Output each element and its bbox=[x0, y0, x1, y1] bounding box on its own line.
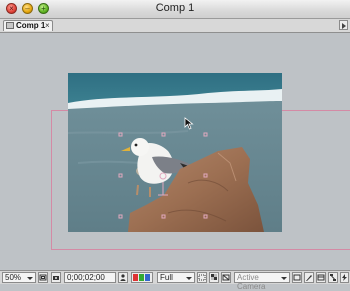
flowchart-icon bbox=[330, 274, 336, 281]
transparency-grid-button[interactable] bbox=[209, 272, 219, 283]
snapshot-button[interactable] bbox=[51, 272, 61, 283]
tab-strip: Comp 1 × bbox=[0, 19, 350, 33]
pixel-aspect-button[interactable] bbox=[221, 272, 231, 283]
title-bar[interactable]: × – + Comp 1 bbox=[0, 0, 350, 19]
layout-button[interactable] bbox=[292, 272, 302, 283]
composition-icon bbox=[6, 22, 14, 29]
rgb-channels-icon bbox=[133, 274, 150, 281]
region-of-interest-button[interactable] bbox=[197, 272, 207, 283]
safe-zones-icon bbox=[39, 274, 47, 281]
panel-menu-button[interactable] bbox=[339, 20, 348, 30]
arrow-cursor-icon bbox=[184, 117, 194, 130]
pixel-aspect-icon bbox=[222, 274, 230, 281]
safe-zones-button[interactable] bbox=[38, 272, 48, 283]
timecode-value: 0;00;02;00 bbox=[67, 273, 105, 282]
tab-close-icon[interactable]: × bbox=[45, 21, 50, 30]
region-icon bbox=[198, 274, 206, 281]
camera-icon bbox=[53, 276, 59, 280]
footage-layer-image[interactable] bbox=[68, 73, 282, 232]
seagull-beach-photo bbox=[68, 73, 282, 232]
pen-tool-button[interactable] bbox=[304, 272, 314, 283]
3d-view-dropdown[interactable]: Active Camera bbox=[234, 272, 290, 291]
tab-comp-1[interactable]: Comp 1 × bbox=[3, 20, 53, 31]
flowchart-button[interactable] bbox=[328, 272, 338, 283]
resolution-value: Full bbox=[160, 273, 173, 282]
current-time-display[interactable]: 0;00;02;00 bbox=[64, 272, 116, 283]
composition-viewer[interactable] bbox=[0, 33, 350, 269]
window-title: Comp 1 bbox=[155, 2, 195, 14]
channel-buttons[interactable] bbox=[131, 272, 153, 283]
magnification-value: 50% bbox=[5, 273, 22, 282]
show-snapshot-button[interactable] bbox=[118, 272, 128, 283]
resolution-dropdown[interactable]: Full bbox=[157, 272, 195, 283]
magnification-dropdown[interactable]: 50% bbox=[2, 272, 36, 283]
checkerboard-icon bbox=[211, 274, 217, 280]
tab-label: Comp 1 bbox=[16, 21, 46, 30]
toggle-icon bbox=[317, 274, 325, 281]
lightning-icon bbox=[342, 274, 347, 281]
3d-view-value: Active Camera bbox=[237, 273, 266, 291]
toggle-view-button[interactable] bbox=[316, 272, 326, 283]
fast-previews-button[interactable] bbox=[340, 272, 349, 283]
person-icon bbox=[120, 274, 126, 281]
viewer-toolbar: 50% 0;00;02;00 Full Active Camera bbox=[0, 270, 350, 291]
comp-window: × – + Comp 1 Comp 1 × 50% 0;00;02;00 Ful… bbox=[0, 0, 350, 291]
pen-icon bbox=[306, 275, 312, 281]
layout-icon bbox=[293, 274, 301, 281]
